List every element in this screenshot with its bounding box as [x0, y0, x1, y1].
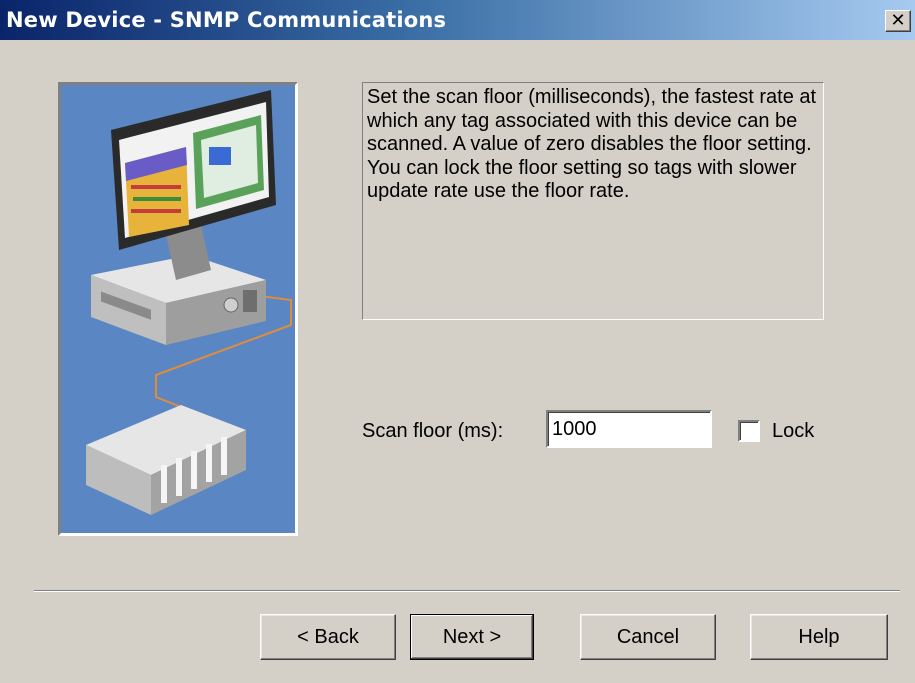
lock-checkbox[interactable] — [738, 420, 760, 442]
computer-plc-network-icon — [86, 90, 292, 515]
window-title: New Device - SNMP Communications — [6, 8, 447, 32]
description-text: Set the scan floor (milliseconds), the f… — [362, 82, 824, 320]
help-button[interactable]: Help — [750, 614, 888, 660]
title-bar[interactable]: New Device - SNMP Communications ✕ — [0, 0, 915, 40]
cancel-button[interactable]: Cancel — [580, 614, 716, 660]
lock-label[interactable]: Lock — [772, 420, 814, 443]
scan-floor-label: Scan floor (ms): — [362, 420, 504, 442]
separator — [34, 590, 900, 592]
next-button[interactable]: Next > — [410, 614, 534, 660]
close-button[interactable]: ✕ — [885, 10, 911, 32]
new-device-dialog: New Device - SNMP Communications ✕ Set t… — [0, 0, 915, 683]
scan-floor-input[interactable] — [546, 410, 712, 448]
close-icon: ✕ — [890, 10, 906, 31]
back-button[interactable]: < Back — [260, 614, 396, 660]
device-illustration — [58, 82, 298, 536]
